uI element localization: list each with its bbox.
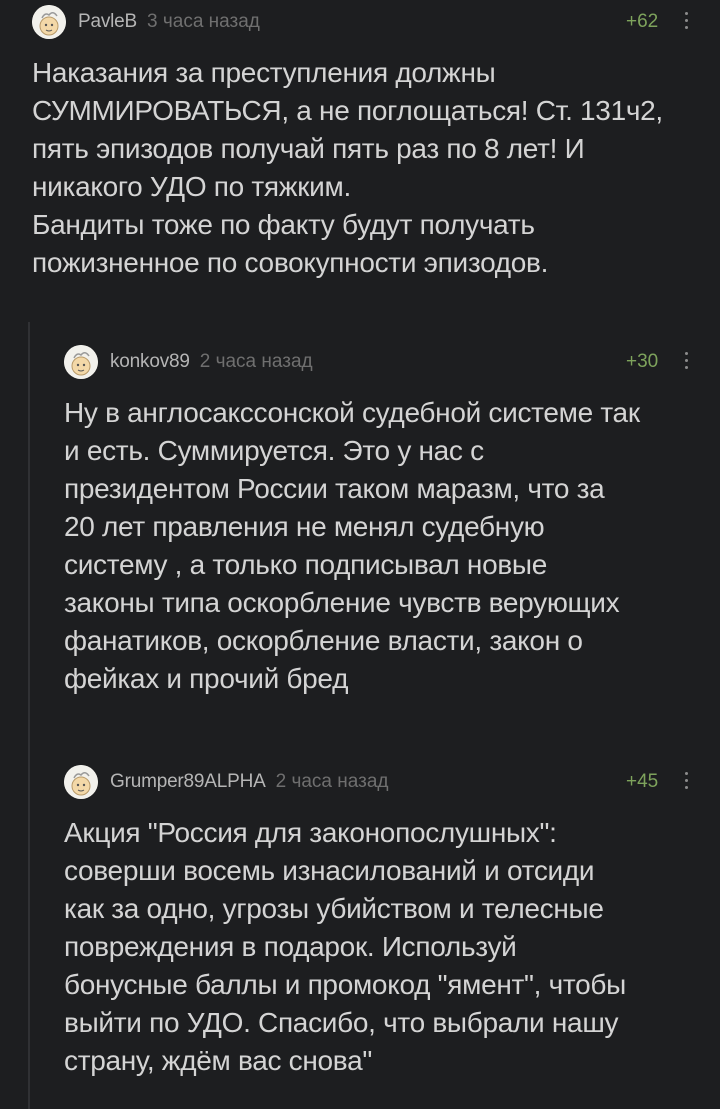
comment-time: 2 часа назад xyxy=(275,771,389,792)
default-avatar-icon xyxy=(64,765,98,799)
more-options-icon[interactable] xyxy=(685,772,689,794)
avatar[interactable] xyxy=(64,765,98,799)
comment-author[interactable]: Grumper89ALPHA xyxy=(110,771,266,793)
comment: Grumper89ALPHA 2 часа назад +45 Акция "Р… xyxy=(0,0,720,1109)
comment-rating[interactable]: +45 xyxy=(626,771,658,793)
comment-text: Акция "Россия для законопослушных": сове… xyxy=(64,817,626,1076)
